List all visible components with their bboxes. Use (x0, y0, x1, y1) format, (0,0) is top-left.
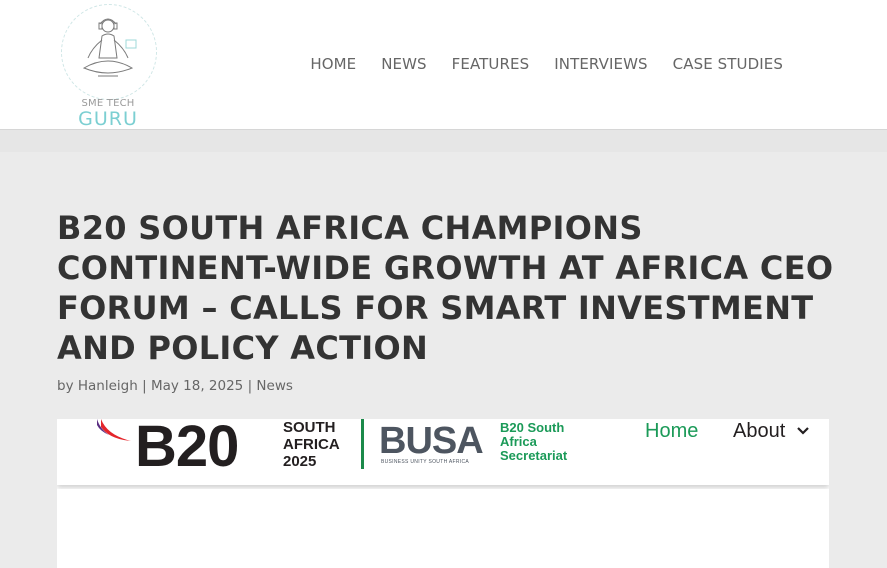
image-nav-about-label: About (733, 420, 786, 442)
chevron-down-icon (797, 427, 809, 435)
meta-separator: | (247, 378, 253, 394)
article-title: B20 SOUTH AFRICA CHAMPIONS CONTINENT-WID… (57, 209, 834, 367)
meditating-figure-icon (82, 18, 137, 77)
nav-item-features[interactable]: FEATURES (452, 55, 530, 73)
post-meta: by Hanleigh | May 18, 2025 | News (57, 378, 293, 394)
meta-date: May 18, 2025 (150, 378, 244, 394)
nav-item-home[interactable]: HOME (310, 55, 356, 73)
logo-text-bottom: GURU (78, 108, 138, 130)
featured-image-body (57, 489, 829, 568)
sec-line-1: B20 South (500, 420, 565, 435)
meta-by: by (57, 378, 74, 394)
nav-item-interviews[interactable]: INTERVIEWS (554, 55, 647, 73)
site-logo[interactable]: SME TECH GURU (60, 4, 158, 130)
nav-item-news[interactable]: NEWS (381, 55, 426, 73)
header-shadow-band (0, 130, 887, 152)
sa-line-1: SOUTH (283, 419, 336, 436)
sa-line-2: AFRICA (283, 436, 340, 453)
main-nav: HOME NEWS FEATURES INTERVIEWS CASE STUDI… (310, 55, 783, 73)
meta-author-link[interactable]: Hanleigh (78, 378, 138, 394)
sa-line-3: 2025 (283, 453, 317, 470)
site-header: SME TECH GURU HOME NEWS FEATURES INTERVI… (0, 0, 887, 130)
image-nav-home: Home (645, 420, 699, 442)
sec-line-3: Secretariat (500, 448, 568, 463)
meta-separator: | (142, 378, 147, 394)
featured-image-banner: B20 SOUTH AFRICA 2025 BUSA BUSINESS UNIT… (57, 419, 829, 485)
logo-divider (361, 419, 364, 469)
busa-logo-text: BUSA (379, 420, 484, 462)
busa-subtitle: BUSINESS UNITY SOUTH AFRICA (381, 459, 470, 465)
sec-line-2: Africa (500, 434, 537, 449)
secretariat-text: B20 South Africa Secretariat (500, 421, 567, 463)
image-nav-about: About (733, 420, 809, 443)
b20-logo-text: B20 (135, 419, 239, 479)
b20-swoosh-icon (97, 419, 131, 441)
meta-category-link[interactable]: News (256, 378, 292, 394)
nav-item-case-studies[interactable]: CASE STUDIES (673, 55, 783, 73)
south-africa-2025-text: SOUTH AFRICA 2025 (283, 419, 340, 470)
featured-image: B20 SOUTH AFRICA 2025 BUSA BUSINESS UNIT… (57, 419, 829, 568)
